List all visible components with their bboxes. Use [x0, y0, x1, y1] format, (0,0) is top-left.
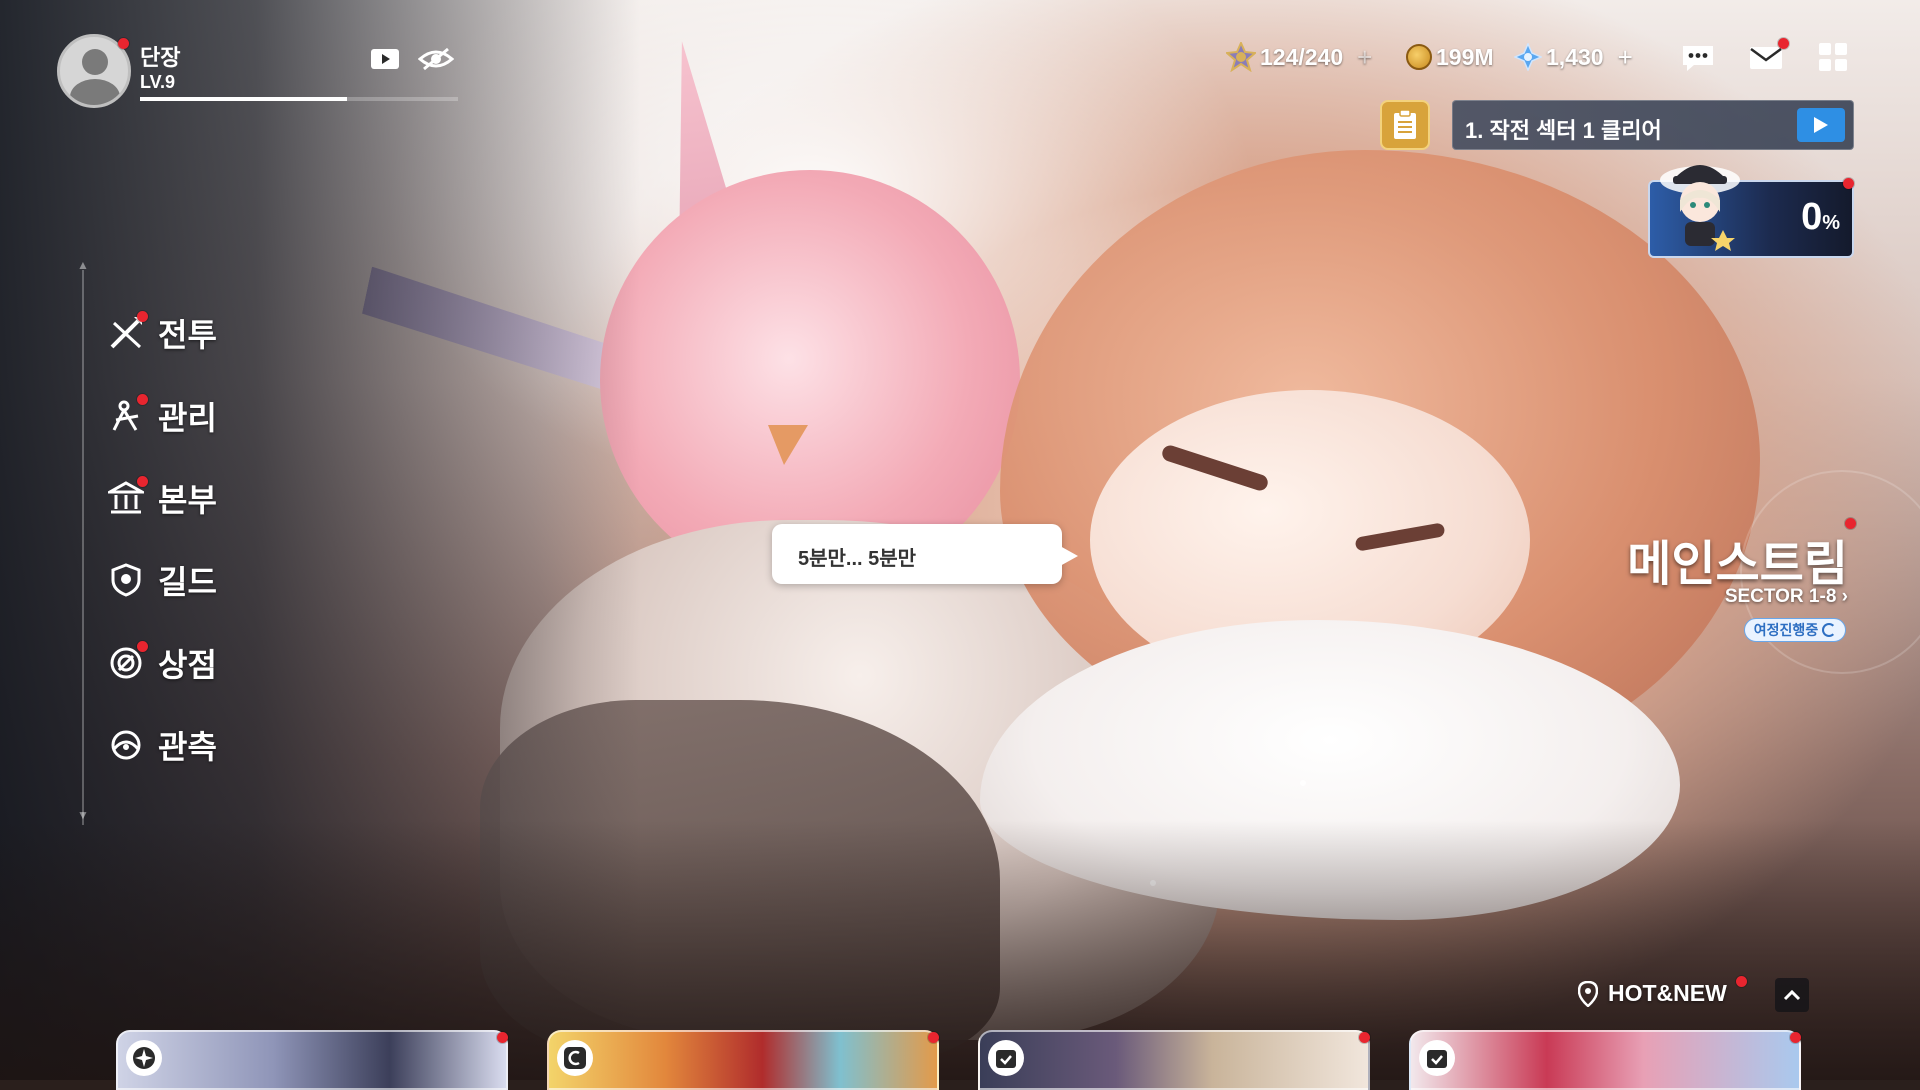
clipboard-icon: [1394, 109, 1416, 139]
menu-scroll-down-icon: ▼: [77, 808, 89, 822]
gold-counter: 199M: [1406, 42, 1494, 72]
progress-number: 0: [1801, 196, 1823, 238]
play-video-icon: [371, 49, 399, 69]
xp-bar: [140, 97, 458, 101]
menu-scroll-up-icon: ▲: [77, 258, 89, 272]
stamina-icon: [1226, 42, 1256, 72]
notification-dot: [118, 38, 129, 49]
character-speech-bubble: 5분만... 5분만: [772, 524, 1078, 584]
hot-new-text: HOT&NEW: [1608, 980, 1727, 1006]
location-pin-icon: [1578, 980, 1598, 1007]
event-banner-3[interactable]: [978, 1030, 1370, 1090]
quest-list-button[interactable]: [1380, 100, 1430, 150]
banner-notification-dot: [497, 1032, 508, 1043]
menu-item-label: 관측: [158, 729, 217, 765]
notification-dot: [137, 641, 148, 652]
event-banner-4[interactable]: [1409, 1030, 1801, 1090]
journey-in-progress-badge: 여정진행중: [1744, 618, 1846, 642]
mail-icon: [1750, 47, 1782, 69]
stamina-value: 124/240: [1260, 43, 1344, 70]
sparkle-badge-icon: [133, 1047, 155, 1069]
quest-go-button[interactable]: [1797, 108, 1845, 142]
banner-notification-dot: [1790, 1032, 1801, 1043]
notification-dot: [137, 394, 148, 405]
main-stream-sector[interactable]: SECTOR 1-8 ›: [1725, 586, 1848, 608]
gold-coin-icon: [1406, 44, 1432, 70]
xp-bar-fill: [140, 97, 347, 101]
grid-menu-icon: [1819, 43, 1847, 71]
menu-item-manage[interactable]: 관리: [106, 391, 217, 441]
event-banner-1[interactable]: [116, 1030, 508, 1090]
sparkle: [1300, 780, 1306, 786]
mail-notification-dot: [1778, 38, 1789, 49]
banner-badge: [988, 1040, 1024, 1076]
gem-plus[interactable]: +: [1618, 42, 1633, 73]
main-stream-title[interactable]: 메인스트림: [1627, 524, 1848, 594]
play-icon: [1814, 117, 1828, 133]
banner-badge: [557, 1040, 593, 1076]
event-banner-2[interactable]: [547, 1030, 939, 1090]
video-button[interactable]: [370, 46, 400, 72]
banner-notification-dot: [1359, 1032, 1370, 1043]
player-name: 단장: [140, 45, 181, 70]
eye-slash-icon: [418, 47, 454, 71]
hot-new-notification-dot: [1736, 976, 1747, 987]
gold-value: 199M: [1436, 43, 1494, 70]
chat-button[interactable]: [1680, 42, 1716, 74]
banner-badge: [126, 1040, 162, 1076]
player-level: LV.9: [140, 72, 176, 92]
menu-item-label: 길드: [158, 564, 217, 600]
hot-new-expand-button[interactable]: [1775, 978, 1809, 1012]
main-stream-notification-dot: [1845, 518, 1856, 529]
battle-icon: [106, 311, 148, 353]
menu-item-battle[interactable]: 전투: [106, 308, 217, 358]
banner-notification-dot: [928, 1032, 939, 1043]
chibi-character-icon: [1660, 165, 1740, 251]
quest-text: 1. 작전 섹터 1 클리어: [1465, 118, 1662, 143]
gem-value: 1,430: [1546, 43, 1604, 70]
card-badge-icon: [564, 1047, 586, 1069]
menu-item-label: 관리: [158, 400, 217, 436]
chevron-up-icon: [1783, 989, 1801, 1001]
menu-item-observe[interactable]: 관측: [106, 720, 217, 770]
avatar-head: [82, 49, 108, 75]
stamina-plus[interactable]: +: [1357, 42, 1372, 73]
menu-item-shop[interactable]: 상점: [106, 638, 217, 688]
calendar-check-icon: [996, 1050, 1016, 1068]
banner-badge: [1419, 1040, 1455, 1076]
chat-bubble-icon: [1683, 46, 1713, 71]
stamina-counter[interactable]: 124/240 +: [1226, 42, 1372, 72]
gem-counter[interactable]: 1,430 +: [1514, 42, 1633, 72]
progress-unit: %: [1822, 212, 1840, 234]
main-menu-button[interactable]: [1816, 40, 1850, 74]
guild-icon: [106, 560, 146, 600]
observe-icon: [106, 725, 146, 765]
headquarters-icon: [106, 476, 148, 518]
menu-item-headquarters[interactable]: 본부: [106, 473, 217, 523]
loading-spinner-icon: [1822, 623, 1837, 637]
menu-item-label: 본부: [158, 482, 217, 518]
menu-item-guild[interactable]: 길드: [106, 555, 217, 605]
shop-icon: [106, 641, 148, 683]
gem-icon: [1514, 43, 1542, 71]
avatar-shoulders: [70, 79, 120, 105]
menu-item-label: 전투: [158, 317, 217, 353]
hot-new-label[interactable]: HOT&NEW: [1578, 980, 1727, 1007]
badge-text: 여정진행중: [1753, 622, 1819, 638]
character-progress: 0%: [1801, 196, 1840, 239]
menu-item-label: 상점: [158, 647, 217, 683]
character-notification-dot: [1843, 178, 1854, 189]
calendar-check-icon: [1427, 1050, 1447, 1068]
manage-icon: [106, 394, 148, 436]
menu-scroll-track: [82, 270, 84, 825]
hide-ui-button[interactable]: [418, 44, 454, 74]
speech-text: 5분만... 5분만: [798, 548, 917, 570]
current-quest-bar[interactable]: 1. 작전 섹터 1 클리어: [1452, 100, 1854, 150]
notification-dot: [137, 311, 148, 322]
notification-dot: [137, 476, 148, 487]
